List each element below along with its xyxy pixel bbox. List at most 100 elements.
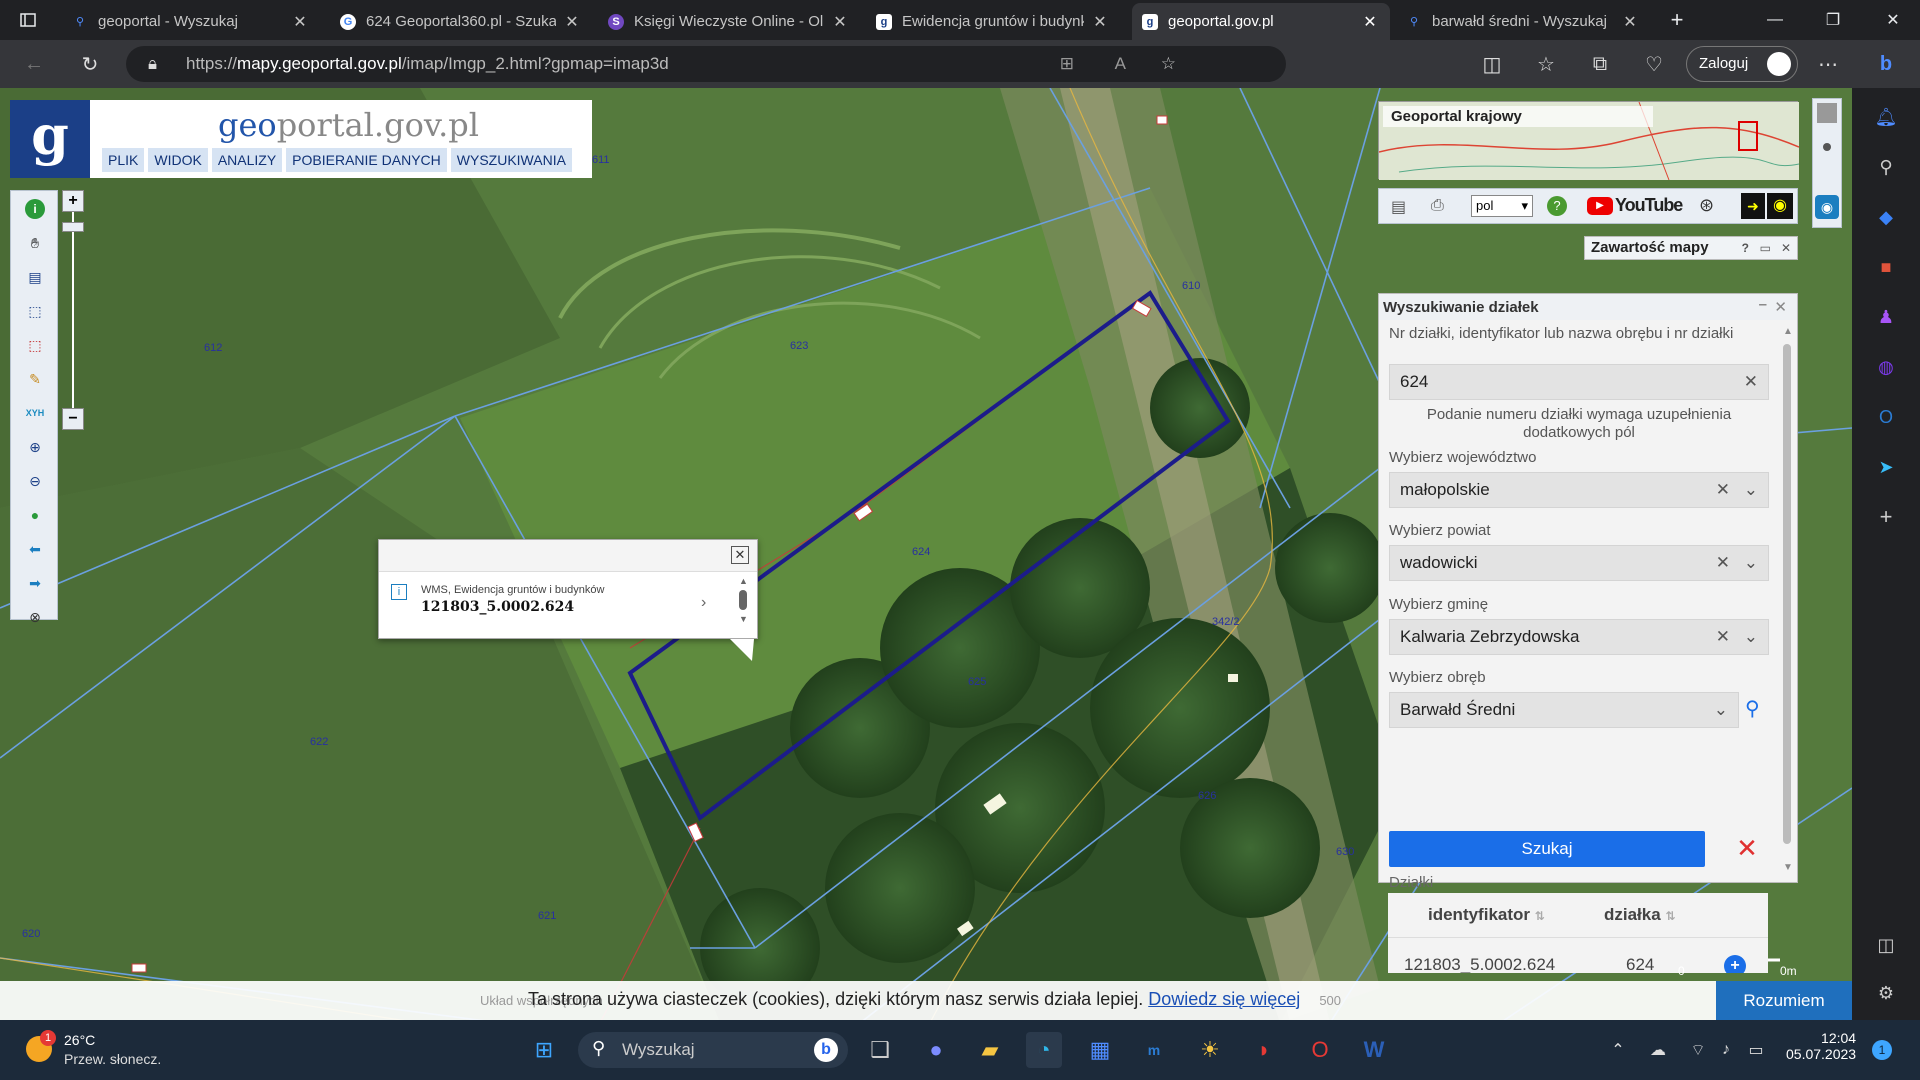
scroll-up-icon[interactable]: ▲ — [1783, 326, 1793, 337]
cookie-learn-more-link[interactable]: Dowiedz się więcej — [1148, 989, 1300, 1009]
search-icon[interactable]: ⚲ — [1745, 696, 1760, 721]
settings-icon[interactable] — [1817, 103, 1837, 123]
legend-icon[interactable]: ▤ — [25, 267, 45, 287]
clock[interactable]: 12:04 05.07.2023 — [1786, 1030, 1856, 1062]
view-2d-icon[interactable] — [1823, 143, 1831, 151]
word-icon[interactable]: W — [1356, 1032, 1392, 1068]
scroll-down-icon[interactable]: ▼ — [739, 614, 749, 624]
opera-icon[interactable]: O — [1302, 1032, 1338, 1068]
more-menu-icon[interactable]: ⋯ — [1812, 48, 1844, 80]
clear-icon[interactable]: ✕ — [1716, 620, 1730, 654]
edge-browser-icon[interactable]: ◔ — [1026, 1032, 1062, 1068]
notification-bell-icon[interactable]: 🔔︎ — [1871, 102, 1901, 132]
tab-actions-icon[interactable] — [8, 0, 48, 40]
search-icon[interactable]: ⚲ — [1871, 152, 1901, 182]
tab-geoportal-search[interactable]: ⚲ geoportal - Wyszukaj ✕ — [62, 3, 320, 40]
microsoft365-icon[interactable]: ◍ — [1871, 352, 1901, 382]
read-aloud-icon[interactable]: A — [1115, 46, 1126, 82]
zoom-handle[interactable] — [62, 222, 84, 232]
close-tab-icon[interactable]: ✕ — [1620, 12, 1640, 32]
menu-pobieranie-danych[interactable]: POBIERANIE DANYCH — [286, 148, 447, 172]
precinct-select[interactable]: Barwałd Średni ⌄ — [1389, 692, 1739, 728]
tools-briefcase-icon[interactable]: ■ — [1871, 252, 1901, 282]
menu-wyszukiwania[interactable]: WYSZUKIWANIA — [450, 148, 572, 172]
app-icon[interactable]: ⊞ — [1060, 46, 1074, 82]
close-icon[interactable]: ✕ — [1774, 298, 1787, 316]
split-screen-icon[interactable]: ◫ — [1476, 48, 1508, 80]
map-content-header[interactable]: Zawartość mapy ? ▭ ✕ — [1584, 236, 1798, 260]
scroll-thumb[interactable] — [739, 590, 747, 610]
new-tab-button[interactable]: + — [1654, 0, 1700, 40]
voivodeship-select[interactable]: małopolskie ✕ ⌄ — [1389, 472, 1769, 508]
performance-icon[interactable]: ♡ — [1638, 48, 1670, 80]
chevron-up-icon[interactable]: ⌃ — [1600, 1032, 1636, 1068]
clear-icon[interactable]: ✕ — [1744, 365, 1758, 399]
scroll-down-icon[interactable]: ▼ — [1783, 862, 1793, 873]
games-icon[interactable]: ♟ — [1871, 302, 1901, 332]
search-button[interactable]: Szukaj — [1389, 831, 1705, 867]
close-tab-icon[interactable]: ✕ — [1360, 12, 1380, 32]
panel-scrollbar[interactable]: ▲ ▼ — [1781, 326, 1793, 876]
tab-geoportal-gov[interactable]: g geoportal.gov.pl ✕ — [1132, 3, 1390, 40]
delete-selection-icon[interactable]: ⬚ — [25, 335, 45, 355]
maximize-icon[interactable]: ▭ — [1760, 237, 1771, 259]
contrast-arrow-icon[interactable]: ➜ — [1741, 193, 1765, 219]
xyh-coordinates-icon[interactable]: XYH — [25, 403, 45, 423]
cancel-search-icon[interactable]: ✕ — [1729, 831, 1765, 867]
notification-badge[interactable]: 1 — [1872, 1040, 1892, 1060]
teams-chat-icon[interactable]: ● — [918, 1032, 954, 1068]
gear-icon[interactable]: ⚙ — [1871, 978, 1901, 1008]
full-extent-icon[interactable]: ● — [25, 505, 45, 525]
add-parcel-icon[interactable]: + — [1724, 955, 1746, 973]
add-sidebar-icon[interactable]: + — [1871, 502, 1901, 532]
menu-widok[interactable]: WIDOK — [148, 148, 208, 172]
close-tab-icon[interactable]: ✕ — [290, 12, 310, 32]
microsoft-store-icon[interactable]: ▦ — [1082, 1032, 1118, 1068]
tab-geoportal360[interactable]: G 624 Geoportal360.pl - Szuka ✕ — [330, 3, 592, 40]
zoom-slider[interactable]: + − — [62, 190, 84, 430]
minimize-button[interactable]: — — [1752, 0, 1798, 40]
close-window-button[interactable]: ✕ — [1870, 0, 1916, 40]
chevron-down-icon[interactable]: ⌄ — [1744, 546, 1758, 580]
bing-copilot-icon[interactable]: b — [1870, 48, 1902, 80]
onedrive-cloud-icon[interactable]: ☁ — [1640, 1032, 1676, 1068]
high-contrast-eye-icon[interactable]: ◉ — [1767, 193, 1793, 219]
send-icon[interactable]: ➤ — [1871, 452, 1901, 482]
file-explorer-icon[interactable]: ▰ — [972, 1032, 1008, 1068]
zoom-in-icon[interactable]: ⊕ — [25, 437, 45, 457]
help-icon[interactable]: ? — [1742, 237, 1749, 259]
col-identifier-header[interactable]: identyfikator ⇅ — [1428, 905, 1545, 925]
zoom-plus-button[interactable]: + — [62, 190, 84, 212]
battery-icon[interactable]: ▭ — [1738, 1032, 1774, 1068]
refresh-icon[interactable]: ↻ — [74, 48, 106, 80]
favorites-icon[interactable]: ☆ — [1530, 48, 1562, 80]
profile-login-button[interactable]: Zaloguj — [1686, 46, 1798, 82]
close-icon[interactable]: ✕ — [1781, 237, 1791, 259]
previous-extent-icon[interactable]: ⬅ — [25, 539, 45, 559]
chevron-down-icon[interactable]: ⌄ — [1744, 473, 1758, 507]
tab-barwald-search[interactable]: ⚲ barwałd średni - Wyszukaj ✕ — [1396, 3, 1650, 40]
table-row[interactable]: 121803_5.0002.624 624 + — [1388, 955, 1768, 973]
minimize-icon[interactable]: – — [1759, 296, 1767, 313]
close-tab-icon[interactable]: ✕ — [562, 12, 582, 32]
map-view[interactable]: 612 611 623 624 625 622 621 620 626 630 … — [0, 88, 1852, 1023]
scroll-up-icon[interactable]: ▲ — [739, 576, 749, 586]
close-tab-icon[interactable]: ✕ — [1090, 12, 1110, 32]
tab-ewidencja[interactable]: g Ewidencja gruntów i budynk ✕ — [866, 3, 1120, 40]
sidebar-toggle-icon[interactable]: ◫ — [1871, 930, 1901, 960]
language-select[interactable]: pol ▾ — [1471, 195, 1533, 217]
overview-map[interactable]: Geoportal krajowy — [1378, 101, 1799, 180]
select-area-icon[interactable]: ⬚ — [25, 301, 45, 321]
chevron-right-icon[interactable]: › — [701, 594, 706, 612]
zoom-minus-button[interactable]: − — [62, 408, 84, 430]
clear-icon[interactable]: ✕ — [1716, 546, 1730, 580]
outlook-icon[interactable]: O — [1871, 402, 1901, 432]
restore-button[interactable]: ❐ — [1810, 0, 1856, 40]
next-extent-icon[interactable]: ➡ — [25, 573, 45, 593]
back-icon[interactable]: ← — [18, 48, 50, 80]
county-select[interactable]: wadowicki ✕ ⌄ — [1389, 545, 1769, 581]
mbank-icon[interactable]: m — [1136, 1032, 1172, 1068]
eye-icon[interactable]: ◉ — [1815, 195, 1839, 219]
collections-icon[interactable]: ⧉ — [1584, 48, 1616, 80]
pencil-icon[interactable]: ✎ — [25, 369, 45, 389]
